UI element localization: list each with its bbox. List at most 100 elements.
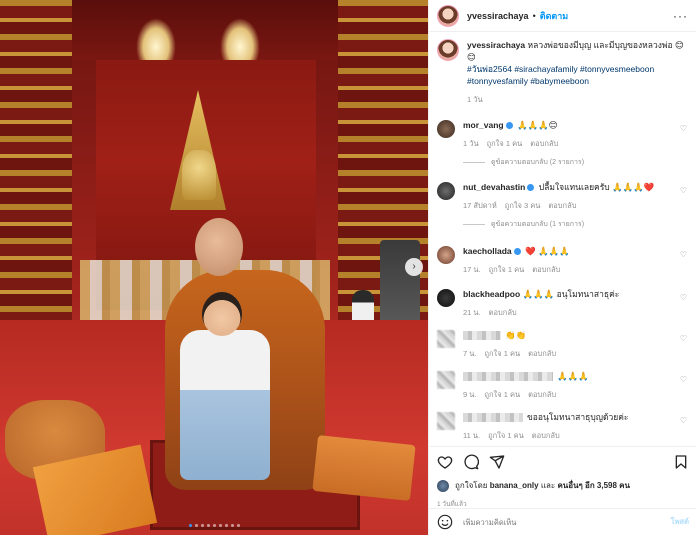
replies-line [463, 224, 485, 225]
hashtag-link[interactable]: #sirachayafamily [514, 64, 577, 74]
likes-and: และ [540, 481, 556, 490]
comment-icon[interactable] [463, 454, 479, 470]
comment-time: 9 น. [463, 390, 477, 399]
share-icon[interactable] [489, 454, 505, 470]
post-modal: › yvessirachaya • ติดตาม ··· yvessiracha… [0, 0, 696, 535]
likes-others-link[interactable]: คนอื่นๆ อีก 3,598 คน [557, 481, 630, 490]
carousel-dot [200, 524, 204, 527]
comment-time: 7 น. [463, 349, 477, 358]
comment-likes[interactable]: ถูกใจ 1 คน [484, 348, 520, 359]
author-username[interactable]: yvessirachaya [467, 11, 529, 21]
comment-likes[interactable]: ถูกใจ 1 คน [484, 389, 520, 400]
caption-time: 1 วัน [467, 95, 483, 104]
commenter-avatar[interactable] [437, 330, 455, 348]
post-caption: yvessirachaya หลวงพ่อของมีบุญ และมีบุญขอ… [437, 39, 689, 106]
carousel-dot [206, 524, 210, 527]
comment-likes[interactable]: ถูกใจ 1 คน [487, 138, 523, 149]
comment-time: 1 วัน [463, 139, 479, 148]
reply-button[interactable]: ตอบกลับ [548, 200, 576, 211]
view-replies-button[interactable]: ดูข้อความตอบกลับ (2 รายการ) [463, 157, 689, 168]
comment-heart-icon[interactable]: ♡ [680, 250, 687, 259]
comment-heart-icon[interactable]: ♡ [680, 293, 687, 302]
follow-button[interactable]: ติดตาม [540, 9, 569, 23]
view-replies-label[interactable]: ดูข้อความตอบกลับ (1 รายการ) [491, 219, 584, 230]
commenter-username[interactable]: kaechollada [463, 246, 512, 256]
verified-badge-icon [505, 122, 513, 130]
comment-text: ❤️ 🙏🙏🙏 [525, 246, 570, 256]
hashtag-link[interactable]: #วันพ่อ2564 [467, 64, 512, 74]
bookmark-icon[interactable] [673, 454, 689, 470]
separator-dot: • [532, 10, 536, 21]
comment-heart-icon[interactable]: ♡ [680, 416, 687, 425]
carousel-dot [194, 524, 198, 527]
pillar-left [0, 0, 72, 330]
heart-icon[interactable] [437, 454, 453, 470]
commenter-username[interactable]: nut_devahastin [463, 182, 525, 192]
comment-time: 17 สัปดาห์ [463, 201, 497, 210]
next-slide-button[interactable]: › [405, 258, 423, 276]
reply-button[interactable]: ตอบกลับ [532, 430, 560, 441]
caption-text: หลวงพ่อของมีบุญ และมีบุญของหลวงพ่อ [527, 40, 673, 50]
replies-line [463, 162, 485, 163]
blurred-username [463, 372, 553, 382]
comment-item: 🙏🙏🙏 9 น. ถูกใจ 1 คน ตอบกลับ ♡ [437, 371, 689, 400]
caption-avatar[interactable] [437, 39, 459, 61]
reply-button[interactable]: ตอบกลับ [530, 138, 558, 149]
grandfather-clock [380, 240, 420, 330]
comment-text: ปลื้มใจแทนเลยครับ 🙏🙏🙏❤️ [538, 182, 655, 192]
more-horizontal-icon[interactable]: ··· [673, 9, 688, 23]
reply-button[interactable]: ตอบกลับ [528, 348, 556, 359]
comment-item: blackheadpoo 🙏🙏🙏 อนุโมทนาสาธุค่ะ 21 น. ตอบ… [437, 289, 689, 318]
likes-summary: ถูกใจโดย banana_only และ คนอื่นๆ อีก 3,5… [437, 479, 689, 492]
reply-button[interactable]: ตอบกลับ [489, 307, 517, 318]
comment-likes[interactable]: ถูกใจ 1 คน [488, 430, 524, 441]
hashtag-link[interactable]: #babymeeboon [530, 76, 589, 86]
carousel-dot [230, 524, 234, 527]
comment-likes[interactable]: ถูกใจ 3 คน [505, 200, 541, 211]
comment-heart-icon[interactable]: ♡ [680, 124, 687, 133]
commenter-username[interactable]: mor_vang [463, 120, 504, 130]
carousel-dot [236, 524, 240, 527]
comment-item: mor_vang 🙏🙏🙏😊 1 วัน ถูกใจ 1 คน ตอบกลับ ♡ [437, 120, 689, 149]
comment-text: ขออนุโมทนาสาธุบุญด้วยค่ะ [527, 412, 629, 422]
comment-likes[interactable]: ถูกใจ 1 คน [489, 264, 525, 275]
comment-heart-icon[interactable]: ♡ [680, 186, 687, 195]
view-replies-label[interactable]: ดูข้อความตอบกลับ (2 รายการ) [491, 157, 584, 168]
commenter-avatar[interactable] [437, 120, 455, 138]
offering-box [312, 435, 416, 501]
view-replies-button[interactable]: ดูข้อความตอบกลับ (1 รายการ) [463, 219, 689, 230]
comment-input[interactable] [463, 517, 661, 527]
caption-username[interactable]: yvessirachaya [467, 40, 525, 50]
post-comment-button[interactable]: โพสต์ [671, 516, 689, 528]
commenter-avatar[interactable] [437, 246, 455, 264]
commenter-avatar[interactable] [437, 371, 455, 389]
carousel-dot [188, 524, 192, 527]
commenter-avatar[interactable] [437, 412, 455, 430]
author-avatar[interactable] [437, 4, 459, 27]
verified-badge-icon [527, 184, 535, 192]
comment-heart-icon[interactable]: ♡ [680, 334, 687, 343]
hashtag-link[interactable]: #tonnyvesmeeboon [580, 64, 654, 74]
comments-list[interactable]: yvessirachaya หลวงพ่อของมีบุญ และมีบุญขอ… [429, 33, 696, 443]
commenter-username[interactable]: blackheadpoo [463, 289, 520, 299]
blurred-username [463, 413, 523, 423]
comment-item: kaechollada ❤️ 🙏🙏🙏 17 น. ถูกใจ 1 คน ตอบกลับ… [437, 246, 689, 275]
liker-avatar [437, 479, 449, 492]
child-figure [180, 330, 270, 480]
commenter-avatar[interactable] [437, 182, 455, 200]
hashtag-link[interactable]: #tonnyvesfamily [467, 76, 528, 86]
liked-by-user[interactable]: banana_only [490, 481, 539, 490]
comment-text: 🙏🙏🙏 [557, 371, 589, 381]
post-photo[interactable]: › [0, 0, 428, 535]
carousel-dot [224, 524, 228, 527]
comment-text: 🙏🙏🙏😊 [517, 120, 558, 130]
carousel-dots [0, 524, 428, 527]
comment-time: 11 น. [463, 431, 481, 440]
commenter-avatar[interactable] [437, 289, 455, 307]
reply-button[interactable]: ตอบกลับ [528, 389, 556, 400]
post-actions: ถูกใจโดย banana_only และ คนอื่นๆ อีก 3,5… [429, 446, 696, 509]
carousel-dot [218, 524, 222, 527]
comment-heart-icon[interactable]: ♡ [680, 375, 687, 384]
emoji-icon[interactable] [437, 514, 453, 530]
reply-button[interactable]: ตอบกลับ [532, 264, 560, 275]
